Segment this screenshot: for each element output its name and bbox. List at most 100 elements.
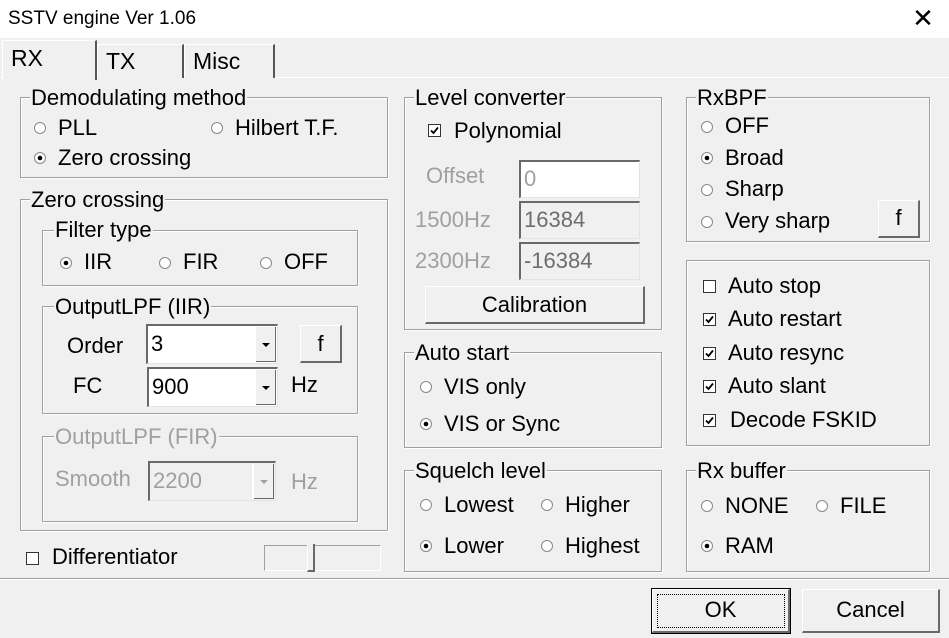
radio-buffer-file-label: FILE [840,493,887,518]
auto-resync-checkbox[interactable] [703,347,716,360]
slider-thumb[interactable] [307,544,315,572]
radio-filter-off-label: OFF [284,249,328,274]
radio-fir-label: FIR [183,249,219,274]
differentiator-slider[interactable] [264,544,381,572]
chevron-down-icon[interactable] [255,370,276,405]
fc-unit: Hz [291,372,318,397]
ok-focus-rect [657,594,785,628]
radio-lowest-label: Lowest [444,492,514,517]
radio-vis-only-label: VIS only [444,374,526,399]
smooth-label: Smooth [55,466,131,491]
radio-bpf-sharp-label: Sharp [725,176,784,201]
radio-fir[interactable] [159,257,171,269]
radio-vis-or-sync-label: VIS or Sync [444,411,561,436]
f2300-field: -16384 [519,242,640,280]
radio-vis-or-sync[interactable] [420,418,432,430]
title-bar: SSTV engine Ver 1.06 ✕ [0,0,949,38]
bottom-divider [0,578,949,580]
calibration-button[interactable]: Calibration [425,286,645,324]
lpf-fir-legend: OutputLPF (FIR) [54,424,219,449]
decode-fskid-checkbox[interactable] [703,414,716,427]
close-icon[interactable]: ✕ [903,2,943,36]
f1500-label: 1500Hz [415,207,491,232]
level-converter-legend: Level converter [414,85,567,110]
radio-higher[interactable] [541,499,553,511]
squelch-legend: Squelch level [414,458,547,483]
radio-pll-label: PLL [58,115,98,140]
radio-zero-crossing[interactable] [34,152,46,164]
fc-combo[interactable]: 900 [147,367,278,407]
radio-pll[interactable] [34,122,46,134]
auto-stop-label: Auto stop [728,273,821,298]
radio-bpf-off-label: OFF [725,113,769,138]
auto-start-legend: Auto start [414,340,511,365]
rx-buffer-legend: Rx buffer [696,458,787,483]
offset-label: Offset [426,163,485,188]
chevron-down-icon [253,464,274,499]
radio-highest-label: Highest [565,533,640,558]
differentiator-label: Differentiator [52,544,178,569]
radio-filter-off[interactable] [260,257,272,269]
radio-lower[interactable] [420,540,432,552]
radio-iir-label: IIR [84,249,113,274]
smooth-value: 2200 [153,468,202,493]
auto-stop-checkbox[interactable] [703,280,716,293]
demod-legend: Demodulating method [30,85,248,110]
polynomial-label: Polynomial [454,118,562,143]
tab-tx-label: TX [106,48,136,74]
radio-bpf-sharp[interactable] [701,184,713,196]
radio-buffer-ram-label: RAM [725,533,774,558]
window-title: SSTV engine Ver 1.06 [8,8,197,29]
radio-bpf-broad[interactable] [701,152,713,164]
cancel-button[interactable]: Cancel [802,589,940,633]
radio-buffer-none[interactable] [701,500,713,512]
radio-zero-crossing-label: Zero crossing [58,145,192,170]
radio-bpf-very-sharp[interactable] [701,216,713,228]
order-combo[interactable]: 3 [146,324,278,364]
auto-restart-label: Auto restart [728,306,842,331]
radio-lower-label: Lower [444,533,504,558]
auto-restart-checkbox[interactable] [703,313,716,326]
radio-higher-label: Higher [565,492,630,517]
filter-type-legend: Filter type [54,217,153,242]
smooth-combo: 2200 [148,461,276,501]
tab-misc-label: Misc [193,48,241,74]
tab-tx[interactable]: TX [97,44,184,78]
rxbpf-legend: RxBPF [696,85,768,110]
decode-fskid-label: Decode FSKID [730,407,877,432]
auto-slant-label: Auto slant [728,373,826,398]
tab-misc[interactable]: Misc [184,44,275,78]
zero-crossing-legend: Zero crossing [30,187,166,212]
tab-rx[interactable]: RX [2,40,97,80]
radio-bpf-off[interactable] [701,121,713,133]
radio-iir[interactable] [60,257,72,269]
offset-field: 0 [519,160,640,198]
differentiator-checkbox[interactable] [26,552,39,565]
radio-bpf-broad-label: Broad [725,145,784,170]
chevron-down-icon[interactable] [255,327,276,362]
smooth-unit: Hz [291,469,318,494]
order-label: Order [67,333,124,358]
radio-lowest[interactable] [420,499,432,511]
radio-hilbert-label: Hilbert T.F. [235,115,339,140]
radio-buffer-ram[interactable] [701,540,713,552]
fc-label: FC [73,373,103,398]
radio-highest[interactable] [541,540,553,552]
auto-slant-checkbox[interactable] [703,380,716,393]
polynomial-checkbox[interactable] [428,124,441,137]
radio-vis-only[interactable] [420,381,432,393]
fc-value: 900 [152,374,189,399]
lpf-iir-legend: OutputLPF (IIR) [54,294,212,319]
rx-buffer-group [686,470,930,572]
order-value: 3 [151,331,164,356]
auto-resync-label: Auto resync [728,340,845,365]
radio-buffer-file[interactable] [816,500,828,512]
radio-buffer-none-label: NONE [725,493,789,518]
f1500-field: 16384 [519,201,640,239]
radio-hilbert[interactable] [211,122,223,134]
order-f-button[interactable]: f [300,325,342,363]
tab-rx-label: RX [11,45,43,71]
f2300-label: 2300Hz [415,248,491,273]
radio-bpf-very-sharp-label: Very sharp [725,208,831,233]
rxbpf-f-button[interactable]: f [878,200,920,238]
